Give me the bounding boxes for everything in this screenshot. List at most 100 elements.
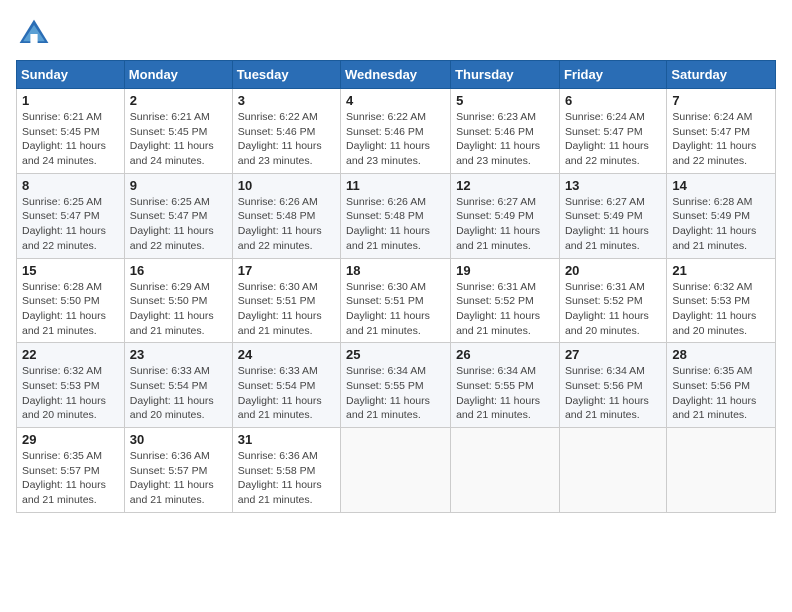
header-friday: Friday bbox=[559, 61, 666, 89]
calendar-cell: 5Sunrise: 6:23 AM Sunset: 5:46 PM Daylig… bbox=[451, 89, 560, 174]
day-number: 29 bbox=[22, 432, 119, 447]
day-info: Sunrise: 6:35 AM Sunset: 5:56 PM Dayligh… bbox=[672, 364, 770, 423]
day-number: 7 bbox=[672, 93, 770, 108]
day-number: 31 bbox=[238, 432, 335, 447]
day-info: Sunrise: 6:21 AM Sunset: 5:45 PM Dayligh… bbox=[130, 110, 227, 169]
calendar-cell: 31 Sunrise: 6:36 AM Sunset: 5:58 PM Dayli… bbox=[232, 428, 340, 513]
day-info: Sunrise: 6:27 AM Sunset: 5:49 PM Dayligh… bbox=[565, 195, 661, 254]
calendar-cell: 18Sunrise: 6:30 AM Sunset: 5:51 PM Dayli… bbox=[341, 258, 451, 343]
day-info: Sunrise: 6:33 AM Sunset: 5:54 PM Dayligh… bbox=[130, 364, 227, 423]
header-monday: Monday bbox=[124, 61, 232, 89]
week-row-4: 22 Sunrise: 6:32 AM Sunset: 5:53 PM Dayli… bbox=[17, 343, 776, 428]
day-number: 26 bbox=[456, 347, 554, 362]
day-info: Sunrise: 6:33 AM Sunset: 5:54 PM Dayligh… bbox=[238, 364, 335, 423]
calendar-cell: 11Sunrise: 6:26 AM Sunset: 5:48 PM Dayli… bbox=[341, 173, 451, 258]
calendar-cell: 14 Sunrise: 6:28 AM Sunset: 5:49 PM Dayli… bbox=[667, 173, 776, 258]
day-number: 8 bbox=[22, 178, 119, 193]
day-info: Sunrise: 6:30 AM Sunset: 5:51 PM Dayligh… bbox=[238, 280, 335, 339]
calendar-cell: 19 Sunrise: 6:31 AM Sunset: 5:52 PM Dayli… bbox=[451, 258, 560, 343]
day-info: Sunrise: 6:32 AM Sunset: 5:53 PM Dayligh… bbox=[22, 364, 119, 423]
day-number: 14 bbox=[672, 178, 770, 193]
day-info: Sunrise: 6:22 AM Sunset: 5:46 PM Dayligh… bbox=[346, 110, 445, 169]
day-info: Sunrise: 6:24 AM Sunset: 5:47 PM Dayligh… bbox=[672, 110, 770, 169]
calendar-cell: 6 Sunrise: 6:24 AM Sunset: 5:47 PM Daylig… bbox=[559, 89, 666, 174]
day-info: Sunrise: 6:34 AM Sunset: 5:56 PM Dayligh… bbox=[565, 364, 661, 423]
day-info: Sunrise: 6:26 AM Sunset: 5:48 PM Dayligh… bbox=[238, 195, 335, 254]
day-info: Sunrise: 6:31 AM Sunset: 5:52 PM Dayligh… bbox=[456, 280, 554, 339]
calendar-cell: 22 Sunrise: 6:32 AM Sunset: 5:53 PM Dayli… bbox=[17, 343, 125, 428]
day-info: Sunrise: 6:28 AM Sunset: 5:49 PM Dayligh… bbox=[672, 195, 770, 254]
calendar-cell: 27 Sunrise: 6:34 AM Sunset: 5:56 PM Dayli… bbox=[559, 343, 666, 428]
day-number: 27 bbox=[565, 347, 661, 362]
header-sunday: Sunday bbox=[17, 61, 125, 89]
day-number: 9 bbox=[130, 178, 227, 193]
week-row-1: 1 Sunrise: 6:21 AM Sunset: 5:45 PM Daylig… bbox=[17, 89, 776, 174]
header-row: SundayMondayTuesdayWednesdayThursdayFrid… bbox=[17, 61, 776, 89]
day-number: 28 bbox=[672, 347, 770, 362]
day-info: Sunrise: 6:28 AM Sunset: 5:50 PM Dayligh… bbox=[22, 280, 119, 339]
calendar-cell: 17 Sunrise: 6:30 AM Sunset: 5:51 PM Dayli… bbox=[232, 258, 340, 343]
calendar-cell: 23 Sunrise: 6:33 AM Sunset: 5:54 PM Dayli… bbox=[124, 343, 232, 428]
day-info: Sunrise: 6:21 AM Sunset: 5:45 PM Dayligh… bbox=[22, 110, 119, 169]
calendar-cell: 20Sunrise: 6:31 AM Sunset: 5:52 PM Dayli… bbox=[559, 258, 666, 343]
day-number: 19 bbox=[456, 263, 554, 278]
day-number: 20 bbox=[565, 263, 661, 278]
calendar-cell: 21 Sunrise: 6:32 AM Sunset: 5:53 PM Dayli… bbox=[667, 258, 776, 343]
calendar-cell: 13 Sunrise: 6:27 AM Sunset: 5:49 PM Dayli… bbox=[559, 173, 666, 258]
day-number: 13 bbox=[565, 178, 661, 193]
calendar-cell: 10 Sunrise: 6:26 AM Sunset: 5:48 PM Dayli… bbox=[232, 173, 340, 258]
day-info: Sunrise: 6:22 AM Sunset: 5:46 PM Dayligh… bbox=[238, 110, 335, 169]
day-number: 24 bbox=[238, 347, 335, 362]
calendar-cell: 30Sunrise: 6:36 AM Sunset: 5:57 PM Dayli… bbox=[124, 428, 232, 513]
day-info: Sunrise: 6:27 AM Sunset: 5:49 PM Dayligh… bbox=[456, 195, 554, 254]
week-row-2: 8 Sunrise: 6:25 AM Sunset: 5:47 PM Daylig… bbox=[17, 173, 776, 258]
header-tuesday: Tuesday bbox=[232, 61, 340, 89]
day-number: 18 bbox=[346, 263, 445, 278]
week-row-3: 15 Sunrise: 6:28 AM Sunset: 5:50 PM Dayli… bbox=[17, 258, 776, 343]
day-info: Sunrise: 6:29 AM Sunset: 5:50 PM Dayligh… bbox=[130, 280, 227, 339]
header-wednesday: Wednesday bbox=[341, 61, 451, 89]
calendar-cell: 9 Sunrise: 6:25 AM Sunset: 5:47 PM Daylig… bbox=[124, 173, 232, 258]
day-number: 30 bbox=[130, 432, 227, 447]
day-number: 25 bbox=[346, 347, 445, 362]
header-saturday: Saturday bbox=[667, 61, 776, 89]
day-number: 10 bbox=[238, 178, 335, 193]
day-info: Sunrise: 6:36 AM Sunset: 5:58 PM Dayligh… bbox=[238, 449, 335, 508]
day-number: 6 bbox=[565, 93, 661, 108]
calendar-cell bbox=[559, 428, 666, 513]
day-number: 22 bbox=[22, 347, 119, 362]
day-info: Sunrise: 6:34 AM Sunset: 5:55 PM Dayligh… bbox=[346, 364, 445, 423]
calendar-cell: 24 Sunrise: 6:33 AM Sunset: 5:54 PM Dayli… bbox=[232, 343, 340, 428]
calendar-cell: 26 Sunrise: 6:34 AM Sunset: 5:55 PM Dayli… bbox=[451, 343, 560, 428]
day-info: Sunrise: 6:26 AM Sunset: 5:48 PM Dayligh… bbox=[346, 195, 445, 254]
calendar-table: SundayMondayTuesdayWednesdayThursdayFrid… bbox=[16, 60, 776, 513]
calendar-cell: 3 Sunrise: 6:22 AM Sunset: 5:46 PM Daylig… bbox=[232, 89, 340, 174]
day-info: Sunrise: 6:24 AM Sunset: 5:47 PM Dayligh… bbox=[565, 110, 661, 169]
day-info: Sunrise: 6:32 AM Sunset: 5:53 PM Dayligh… bbox=[672, 280, 770, 339]
calendar-cell: 2 Sunrise: 6:21 AM Sunset: 5:45 PM Daylig… bbox=[124, 89, 232, 174]
day-info: Sunrise: 6:35 AM Sunset: 5:57 PM Dayligh… bbox=[22, 449, 119, 508]
calendar-cell: 15 Sunrise: 6:28 AM Sunset: 5:50 PM Dayli… bbox=[17, 258, 125, 343]
calendar-cell: 8Sunrise: 6:25 AM Sunset: 5:47 PM Daylig… bbox=[17, 173, 125, 258]
header-thursday: Thursday bbox=[451, 61, 560, 89]
day-number: 1 bbox=[22, 93, 119, 108]
day-number: 4 bbox=[346, 93, 445, 108]
day-number: 3 bbox=[238, 93, 335, 108]
calendar-cell: 25 Sunrise: 6:34 AM Sunset: 5:55 PM Dayli… bbox=[341, 343, 451, 428]
day-number: 12 bbox=[456, 178, 554, 193]
day-number: 2 bbox=[130, 93, 227, 108]
page-header bbox=[16, 16, 776, 52]
calendar-cell: 1 Sunrise: 6:21 AM Sunset: 5:45 PM Daylig… bbox=[17, 89, 125, 174]
day-number: 21 bbox=[672, 263, 770, 278]
day-info: Sunrise: 6:25 AM Sunset: 5:47 PM Dayligh… bbox=[130, 195, 227, 254]
logo bbox=[16, 16, 56, 52]
calendar-cell: 29 Sunrise: 6:35 AM Sunset: 5:57 PM Dayli… bbox=[17, 428, 125, 513]
day-number: 23 bbox=[130, 347, 227, 362]
calendar-cell: 4 Sunrise: 6:22 AM Sunset: 5:46 PM Daylig… bbox=[341, 89, 451, 174]
day-info: Sunrise: 6:34 AM Sunset: 5:55 PM Dayligh… bbox=[456, 364, 554, 423]
calendar-cell bbox=[667, 428, 776, 513]
calendar-cell: 28 Sunrise: 6:35 AM Sunset: 5:56 PM Dayli… bbox=[667, 343, 776, 428]
calendar-cell: 12 Sunrise: 6:27 AM Sunset: 5:49 PM Dayli… bbox=[451, 173, 560, 258]
day-number: 15 bbox=[22, 263, 119, 278]
day-number: 17 bbox=[238, 263, 335, 278]
